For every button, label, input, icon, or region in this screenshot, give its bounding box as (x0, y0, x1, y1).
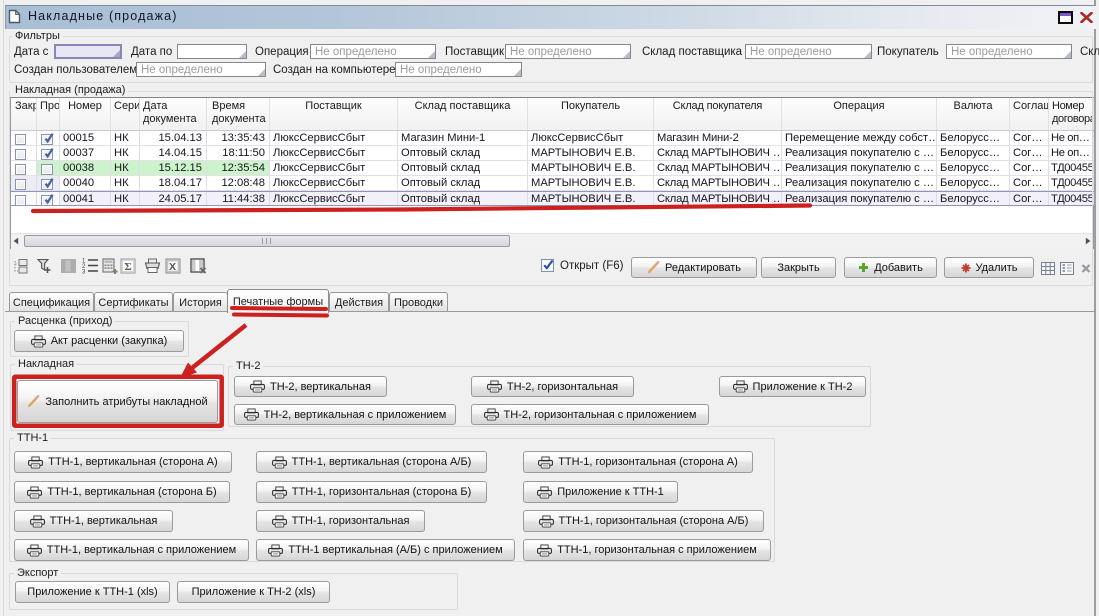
svg-text:Σ: Σ (125, 261, 132, 273)
svg-text:3: 3 (82, 270, 86, 275)
svg-text:X: X (169, 261, 176, 273)
